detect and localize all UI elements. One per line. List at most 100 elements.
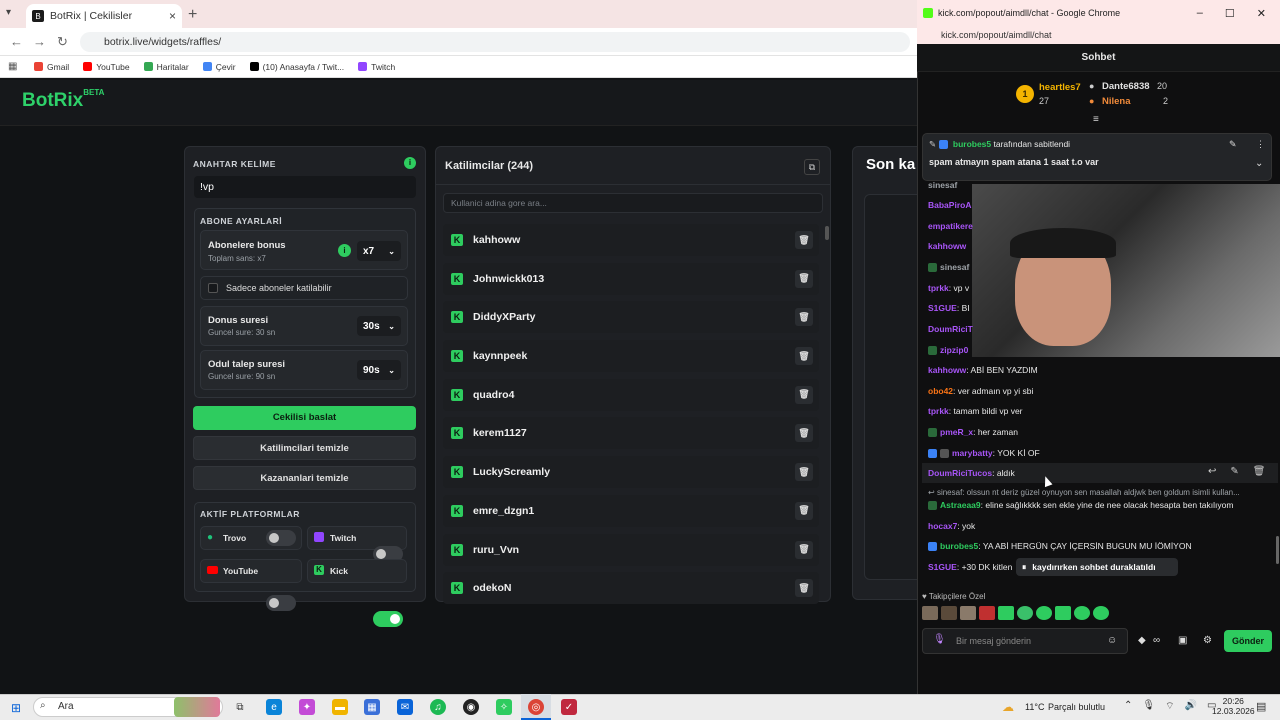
trash-icon[interactable]: 🗑 [795,579,813,598]
trash-icon[interactable]: 🗑 [795,501,813,520]
trash-icon[interactable]: 🗑 [795,385,813,404]
tab-search-icon[interactable]: ▾ [6,7,11,18]
store-icon[interactable]: ▣ [1178,635,1187,646]
store-icon[interactable]: ▦ [364,699,380,715]
info-icon[interactable]: i [404,157,416,169]
emote-icon[interactable] [998,606,1014,620]
keyword-input[interactable]: !vp [194,176,416,198]
clear-winners-button[interactable]: Kazananlari temizle [193,466,416,490]
clear-participants-button[interactable]: Katilimcilari temizle [193,436,416,460]
microphone-icon[interactable]: 🎙 [933,634,946,645]
chevron-up-icon[interactable]: ⌃ [1124,700,1132,713]
apps-grid-icon[interactable]: ▦ [8,61,17,72]
kick-toggle[interactable] [373,611,403,627]
notification-icon[interactable]: ▤ [1256,700,1266,713]
weather-temp[interactable]: 11°C [1025,702,1044,712]
youtube-toggle[interactable] [266,595,296,611]
microphone-icon[interactable]: 🎙 [1142,700,1155,713]
sub-bonus-info-icon[interactable]: i [338,244,351,257]
participant-search-input[interactable]: Kullanici adina gore ara... [443,193,823,213]
forward-icon[interactable]: → [33,34,46,49]
chat-url-bar[interactable]: kick.com/popout/aimdll/chat [917,26,1280,44]
close-tab-icon[interactable]: × [169,9,176,23]
weather-text[interactable]: Parçalı bulutlu [1048,702,1105,712]
collapse-icon[interactable]: ≡ [1093,114,1099,125]
message-actions: ↩ ✎ 🗑 [1208,466,1265,477]
bookmark-translate[interactable]: Çevir [202,62,236,72]
maximize-icon[interactable]: ☐ [1225,7,1235,20]
chat-message[interactable]: DoumRiciTucos: aldık [928,468,1015,478]
pin-icon[interactable]: ✎ [1230,466,1238,477]
windows-start-icon[interactable]: ⊞ [11,701,21,715]
spotify-icon[interactable]: ♫ [430,699,446,715]
trash-icon[interactable]: 🗑 [795,463,813,482]
edge-icon[interactable]: e [266,699,282,715]
obs-icon[interactable]: ◉ [463,699,479,715]
trash-icon[interactable]: 🗑 [795,347,813,366]
emote-icon[interactable] [1055,606,1071,620]
chevron-down-icon[interactable]: ⌄ [1255,158,1263,169]
emote-icon[interactable] [1074,606,1090,620]
file-explorer-icon[interactable]: ▬ [332,699,348,715]
bits-icon[interactable]: ◆ [1138,635,1146,646]
emote-row [922,606,1109,620]
bookmark-youtube[interactable]: YouTube [83,62,130,72]
back-icon[interactable]: ← [10,34,23,49]
unpin-icon[interactable]: ✎ [1229,139,1237,150]
wifi-icon[interactable]: ⌔ [1165,700,1174,713]
emote-icon[interactable] [922,606,938,620]
mail-icon[interactable]: ✉ [397,699,413,715]
trash-icon[interactable]: 🗑 [795,308,813,327]
leader-third-name[interactable]: Nilena [1102,96,1131,107]
emote-icon[interactable] [1017,606,1033,620]
app-icon[interactable]: ✧ [496,699,512,715]
copilot-icon[interactable]: ✦ [299,699,315,715]
delete-icon[interactable]: 🗑 [1253,466,1266,477]
chat-scrollbar-thumb[interactable] [1276,536,1279,564]
volume-icon[interactable]: 🔊 [1185,700,1197,713]
more-icon[interactable]: ⋮ [1256,139,1265,150]
bookmark-gmail[interactable]: Gmail [34,62,69,72]
app-icon[interactable]: ✓ [561,699,577,715]
trash-icon[interactable]: 🗑 [795,269,813,288]
botrix-logo[interactable]: BotRixBETA [22,88,104,112]
emoji-icon[interactable]: ☺ [1107,635,1117,646]
bookmark-maps[interactable]: Haritalar [143,62,189,72]
claim-duration-select[interactable]: 90s ⌄ [357,360,401,380]
bookmark-twitter[interactable]: (10) Anasayfa / Twit... [249,62,344,72]
copy-icon[interactable]: ⧉ [804,159,820,175]
sub-bonus-select[interactable]: x7 ⌄ [357,241,401,261]
bronze-medal-icon: ● [1089,96,1095,106]
infinity-icon[interactable]: ∞ [1153,635,1160,646]
browser-tab[interactable]: B BotRix | Cekilisler × [26,4,182,28]
leader-second-name[interactable]: Dante6838 [1102,81,1150,92]
trovo-toggle[interactable] [266,530,296,546]
close-icon[interactable]: ✕ [1257,7,1266,20]
new-tab-icon[interactable]: + [188,6,197,24]
scrollbar-thumb[interactable] [825,226,829,240]
emote-icon[interactable] [979,606,995,620]
only-subs-checkbox[interactable] [208,283,218,293]
emote-icon[interactable] [941,606,957,620]
bookmark-twitch[interactable]: Twitch [358,62,395,72]
emote-icon[interactable] [1036,606,1052,620]
sub-section-label: ABONE AYARLARİ [200,216,283,226]
url-field[interactable]: botrix.live/widgets/raffles/ [80,32,910,52]
reload-icon[interactable]: ↻ [57,34,68,50]
chat-paused-banner[interactable]: ⏸ kaydırırken sohbet duraklatıldı [1016,558,1178,576]
task-view-icon[interactable]: ⧉ [232,699,248,715]
start-raffle-button[interactable]: Cekilisi baslat [193,406,416,430]
trash-icon[interactable]: 🗑 [795,424,813,443]
clock[interactable]: 20:26 12.03.2026 [1212,696,1255,716]
send-button[interactable]: Gönder [1224,630,1272,652]
trash-icon[interactable]: 🗑 [795,231,813,249]
spin-duration-select[interactable]: 30s ⌄ [357,316,401,336]
minimize-icon[interactable]: – [1197,7,1203,20]
gear-icon[interactable]: ⚙ [1203,635,1212,646]
reply-icon[interactable]: ↩ [1208,466,1216,477]
emote-icon[interactable] [1093,606,1109,620]
trash-icon[interactable]: 🗑 [795,540,813,559]
emote-icon[interactable] [960,606,976,620]
leader-first-name[interactable]: heartles7 [1039,82,1081,93]
chat-message: burobes5: YA ABİ HERGÜN ÇAY İÇERSİN BUGU… [928,541,1192,552]
